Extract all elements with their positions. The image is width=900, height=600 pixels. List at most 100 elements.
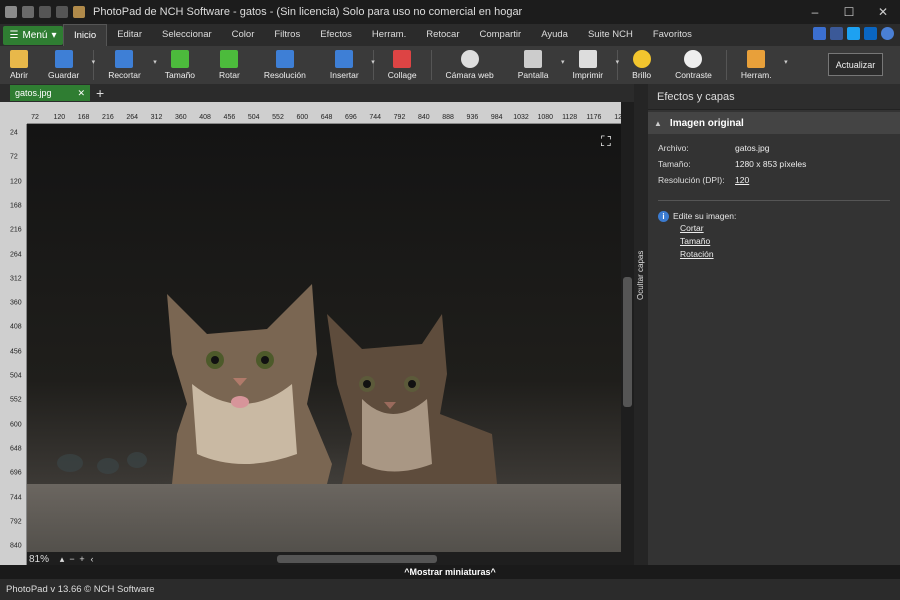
- tab-filtros[interactable]: Filtros: [264, 24, 310, 46]
- tab-ayuda[interactable]: Ayuda: [531, 24, 578, 46]
- toolbar-button-collage[interactable]: Collage: [376, 46, 429, 84]
- tab-compartir[interactable]: Compartir: [470, 24, 532, 46]
- dropdown-arrow-icon[interactable]: ▾: [92, 58, 96, 66]
- maximize-button[interactable]: ☐: [832, 0, 866, 24]
- ruler-tick-label: 504: [247, 114, 260, 121]
- ruler-tick-label: 24: [10, 129, 18, 137]
- dropdown-arrow-icon[interactable]: ▾: [371, 58, 375, 66]
- ruler-tick-label: 264: [10, 251, 22, 258]
- link-rotacion[interactable]: Rotación: [680, 249, 890, 262]
- toolbar-button-brightness[interactable]: Brillo: [620, 46, 663, 84]
- toolbar-label: Contraste: [675, 70, 712, 80]
- scroll-left-icon[interactable]: ‹: [87, 554, 97, 564]
- like-icon[interactable]: [813, 27, 826, 40]
- help-icon[interactable]: [881, 27, 894, 40]
- link-cortar[interactable]: Cortar: [680, 223, 890, 236]
- tab-seleccionar[interactable]: Seleccionar: [152, 24, 222, 46]
- dropdown-arrow-icon[interactable]: ▾: [784, 58, 788, 66]
- toolbar-button-rotate[interactable]: Rotar: [207, 46, 252, 84]
- dpi-link[interactable]: 120: [735, 175, 749, 185]
- tab-favoritos[interactable]: Favoritos: [643, 24, 702, 46]
- save-quick-icon[interactable]: [22, 6, 34, 18]
- tab-color[interactable]: Color: [222, 24, 265, 46]
- toolbar-button-crop[interactable]: Recortar ▾: [96, 46, 157, 84]
- close-tab-icon[interactable]: ✕: [77, 88, 85, 99]
- dropdown-arrow-icon[interactable]: ▾: [616, 58, 620, 66]
- resize-icon: [170, 50, 189, 68]
- toolbar-separator: [430, 50, 432, 80]
- section-title: Imagen original: [669, 117, 744, 129]
- vertical-scrollbar[interactable]: [621, 102, 634, 552]
- toolbar-button-webcam[interactable]: Cámara web: [434, 46, 506, 84]
- ruler-tick-label: 792: [10, 518, 22, 526]
- tab-herram[interactable]: Herram.: [362, 24, 416, 46]
- ruler-tick-label: 888: [442, 114, 454, 121]
- vertical-scroll-thumb[interactable]: [623, 277, 632, 407]
- folder-open-icon: [10, 50, 28, 68]
- undo-icon[interactable]: [39, 6, 51, 18]
- zoom-up-icon[interactable]: ▴: [57, 554, 67, 564]
- ground: [27, 484, 621, 552]
- twitter-icon[interactable]: [847, 27, 860, 40]
- show-thumbnails-label[interactable]: ^Mostrar miniaturas^: [404, 567, 496, 577]
- status-bar: PhotoPad v 13.66 © NCH Software: [0, 579, 900, 600]
- cat-adult: [167, 284, 332, 484]
- toolbar-button-resize[interactable]: Tamaño: [153, 46, 207, 84]
- minimize-button[interactable]: –: [798, 0, 832, 24]
- close-button[interactable]: ✕: [866, 0, 900, 24]
- horizontal-scroll-thumb[interactable]: [277, 555, 437, 563]
- clipboard-icon[interactable]: [73, 6, 85, 18]
- tab-suite-nch[interactable]: Suite NCH: [578, 24, 643, 46]
- ruler-top: 72 120 168 216 264 312 360 408 456 504 552 600 648 69…: [27, 102, 634, 124]
- show-thumbnails-bar[interactable]: ^Mostrar miniaturas^: [0, 565, 900, 579]
- ruler-tick-label: 600: [10, 421, 22, 429]
- ruler-tick-label: 696: [345, 114, 357, 121]
- rotate-icon: [220, 50, 239, 68]
- image-canvas[interactable]: ⛶: [27, 124, 621, 552]
- toolbar-label: Insertar: [329, 70, 359, 80]
- original-image-section[interactable]: ▲ Imagen original: [648, 112, 900, 134]
- main-menu-button[interactable]: ☰ Menú ▾: [3, 25, 63, 45]
- layers-toggle-handle[interactable]: [634, 84, 648, 565]
- zoom-out-button[interactable]: −: [67, 554, 77, 564]
- add-tab-button[interactable]: +: [96, 85, 104, 101]
- prop-file: Archivo: gatos.jpg: [658, 140, 890, 156]
- prop-label: Tamaño:: [658, 159, 691, 169]
- toolbar-button-contrast[interactable]: Contraste: [663, 46, 724, 84]
- toolbar-button-folder-open[interactable]: Abrir: [0, 46, 36, 84]
- linkedin-icon[interactable]: [864, 27, 877, 40]
- zoom-in-button[interactable]: +: [77, 554, 87, 564]
- tab-inicio[interactable]: Inicio: [63, 24, 108, 46]
- toolbar-button-print[interactable]: Imprimir ▾: [560, 46, 619, 84]
- zoom-level: 81%: [29, 553, 50, 565]
- fullscreen-icon[interactable]: ⛶: [601, 134, 615, 148]
- tab-retocar[interactable]: Retocar: [416, 24, 469, 46]
- app-menu-icon[interactable]: [5, 6, 17, 18]
- toolbar-button-tools[interactable]: Herram. ▾: [729, 46, 788, 84]
- resolution-icon: [275, 50, 294, 68]
- prop-label: Archivo:: [658, 143, 689, 153]
- facebook-icon[interactable]: [830, 27, 843, 40]
- hide-layers-label[interactable]: Ocultar capas: [636, 251, 645, 300]
- chevron-up-icon: ▲: [654, 118, 662, 128]
- contrast-icon: [684, 50, 703, 68]
- document-tab-gatos[interactable]: gatos.jpg ✕: [10, 85, 90, 101]
- tab-efectos[interactable]: Efectos: [310, 24, 362, 46]
- tab-editar[interactable]: Editar: [107, 24, 152, 46]
- ruler-tick-label: 120: [53, 114, 66, 121]
- toolbar-label: Recortar: [108, 70, 141, 80]
- toolbar-button-screen[interactable]: Pantalla ▾: [506, 46, 564, 84]
- ruler-tick-label: 648: [320, 114, 333, 121]
- toolbar-button-insert[interactable]: Insertar ▾: [318, 46, 375, 84]
- link-tamano[interactable]: Tamaño: [680, 236, 890, 249]
- toolbar-button-save[interactable]: Guardar ▾: [36, 46, 95, 84]
- redo-icon[interactable]: [56, 6, 68, 18]
- toolbar-button-resolution[interactable]: Resolución: [252, 46, 318, 84]
- ruler-tick-label: 456: [223, 114, 236, 121]
- update-button[interactable]: Actualizar: [828, 53, 883, 76]
- ruler-tick-label: 120: [10, 178, 22, 186]
- crop-icon: [115, 50, 134, 68]
- webcam-icon: [460, 50, 479, 68]
- prop-label: Resolución (DPI):: [658, 175, 725, 185]
- ruler-tick-label: 600: [296, 114, 309, 121]
